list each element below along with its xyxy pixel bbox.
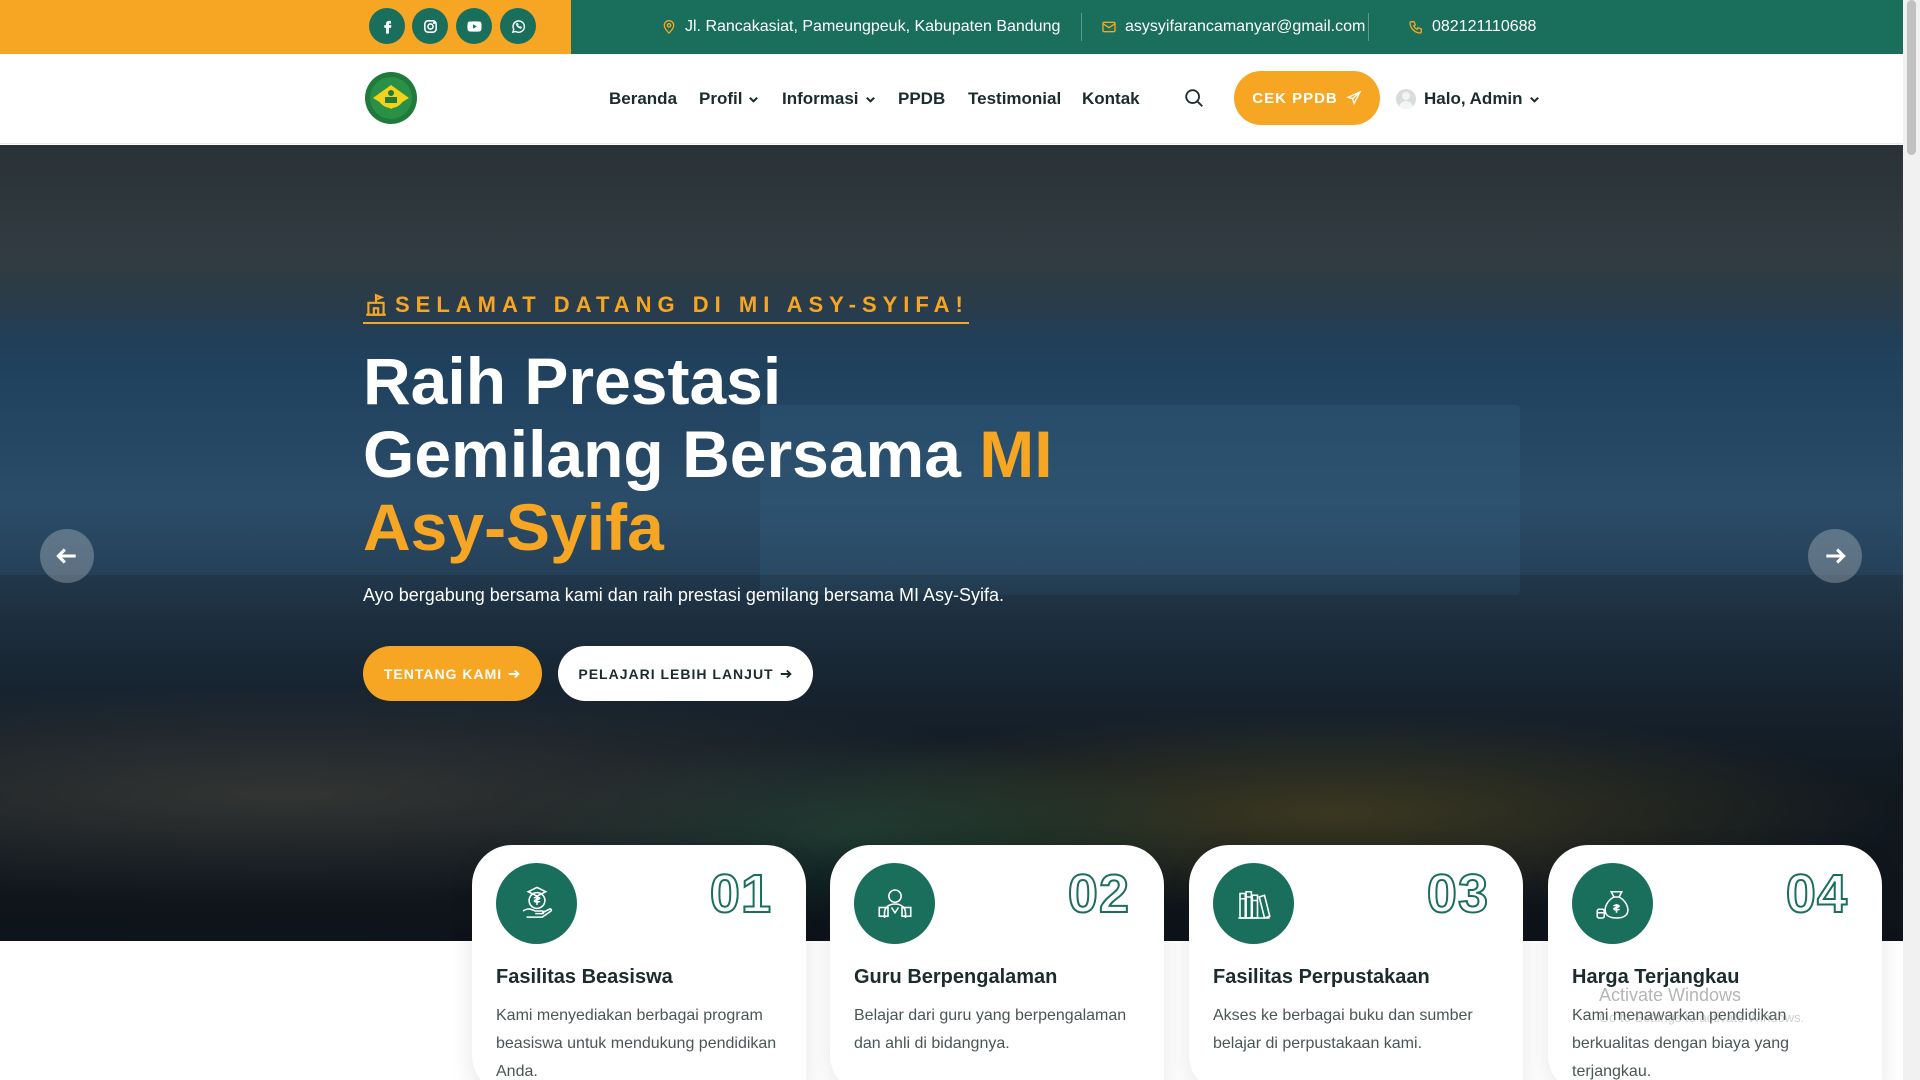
nav-ppdb[interactable]: PPDB bbox=[898, 54, 945, 144]
page-scrollbar[interactable] bbox=[1903, 0, 1920, 1080]
user-menu[interactable]: Halo, Admin bbox=[1396, 54, 1540, 144]
arrow-right-icon bbox=[780, 669, 792, 678]
card-description: Akses ke berbagai buku dan sumber belaja… bbox=[1213, 1007, 1473, 1052]
top-bar: Jl. Rancakasiat, Pameungpeuk, Kabupaten … bbox=[0, 0, 1920, 54]
nav-label: Informasi bbox=[782, 89, 859, 108]
nav-label: Beranda bbox=[609, 89, 678, 108]
location-pin-icon bbox=[663, 20, 675, 34]
card-number: 02 bbox=[1067, 863, 1130, 925]
hero-title-line1: Raih Prestasi bbox=[363, 344, 782, 418]
nav-label: Testimonial bbox=[968, 89, 1062, 108]
user-greeting: Halo, Admin bbox=[1424, 89, 1523, 108]
phone-icon bbox=[1409, 21, 1422, 34]
hero-title-line2: Gemilang Bersama bbox=[363, 417, 980, 491]
email-item[interactable]: asysyifarancamanyar@gmail.com bbox=[1101, 0, 1365, 54]
arrow-right-icon bbox=[1826, 548, 1846, 564]
search-icon bbox=[1185, 89, 1203, 107]
card-description: Kami menyediakan berbagai program beasis… bbox=[496, 1007, 777, 1080]
library-icon bbox=[1213, 863, 1294, 944]
school-icon bbox=[366, 293, 386, 316]
feature-card: 01 Fasilitas Beasiswa Kami menyediakan b… bbox=[472, 845, 806, 1080]
nav-label: Profil bbox=[699, 89, 743, 108]
nav-profil[interactable]: Profil bbox=[699, 54, 759, 144]
instagram-icon[interactable] bbox=[412, 8, 448, 44]
phone-item[interactable]: 082121110688 bbox=[1408, 0, 1536, 54]
school-logo[interactable] bbox=[363, 69, 419, 127]
hero-title-highlight: Asy-Syifa bbox=[363, 490, 664, 564]
nav-informasi[interactable]: Informasi bbox=[782, 54, 876, 144]
whatsapp-icon[interactable] bbox=[500, 8, 536, 44]
money-bag-icon bbox=[1572, 863, 1653, 944]
main-navbar: Beranda Profil Informasi PPDB Testimonia… bbox=[0, 54, 1920, 144]
tentang-kami-button[interactable]: TENTANG KAMI bbox=[363, 646, 542, 701]
address-text: Jl. Rancakasiat, Pameungpeuk, Kabupaten … bbox=[685, 18, 1061, 35]
youtube-icon[interactable] bbox=[456, 8, 492, 44]
hero-slider: SELAMAT DATANG DI MI ASY-SYIFA! Raih Pre… bbox=[0, 145, 1903, 941]
card-description: Belajar dari guru yang berpengalaman dan… bbox=[854, 1007, 1127, 1052]
facebook-icon[interactable] bbox=[369, 8, 405, 44]
activate-windows-watermark: Activate Windows bbox=[1599, 985, 1742, 1005]
chevron-down-icon bbox=[1529, 96, 1539, 103]
divider bbox=[1368, 13, 1369, 41]
hero-title-highlight: MI bbox=[979, 417, 1053, 491]
hero-title: Raih Prestasi Gemilang Bersama MI Asy-Sy… bbox=[363, 345, 1163, 564]
card-title: Fasilitas Beasiswa bbox=[496, 966, 673, 988]
card-number: 04 bbox=[1785, 863, 1848, 925]
nav-kontak[interactable]: Kontak bbox=[1082, 54, 1140, 144]
activate-windows-subtext: Go to Settings to activate Windows. bbox=[1599, 1010, 1805, 1025]
nav-label: Kontak bbox=[1082, 89, 1140, 108]
card-title: Guru Berpengalaman bbox=[854, 966, 1058, 988]
button-label: PELAJARI LEBIH LANJUT bbox=[578, 665, 774, 682]
scrollbar-thumb[interactable] bbox=[1907, 0, 1916, 155]
avatar bbox=[1396, 89, 1416, 109]
nav-label: PPDB bbox=[898, 89, 946, 108]
search-button[interactable] bbox=[1183, 87, 1205, 109]
envelope-icon bbox=[1102, 21, 1116, 33]
scholarship-icon bbox=[496, 863, 577, 944]
hero-subtitle: Ayo bergabung bersama kami dan raih pres… bbox=[363, 585, 1004, 605]
chevron-down-icon bbox=[865, 96, 875, 103]
card-number: 03 bbox=[1426, 863, 1489, 925]
phone-text: 082121110688 bbox=[1432, 18, 1537, 35]
slider-next-button[interactable] bbox=[1808, 529, 1862, 583]
teacher-icon bbox=[854, 863, 935, 944]
chevron-down-icon bbox=[749, 96, 759, 103]
arrow-left-icon bbox=[56, 548, 76, 564]
card-number: 01 bbox=[709, 863, 772, 925]
button-label: TENTANG KAMI bbox=[383, 665, 503, 682]
feature-card: 03 Fasilitas Perpustakaan Akses ke berba… bbox=[1189, 845, 1523, 1080]
email-text: asysyifarancamanyar@gmail.com bbox=[1125, 18, 1366, 35]
social-bar bbox=[0, 0, 571, 54]
cta-label: CEK PPDB bbox=[1252, 89, 1338, 107]
nav-testimonial[interactable]: Testimonial bbox=[968, 54, 1061, 144]
cek-ppdb-button[interactable]: CEK PPDB bbox=[1234, 71, 1380, 125]
pelajari-lebih-lanjut-button[interactable]: PELAJARI LEBIH LANJUT bbox=[558, 646, 813, 701]
hero-eyebrow: SELAMAT DATANG DI MI ASY-SYIFA! bbox=[363, 292, 969, 324]
nav-beranda[interactable]: Beranda bbox=[609, 54, 677, 144]
address-item: Jl. Rancakasiat, Pameungpeuk, Kabupaten … bbox=[661, 0, 1060, 54]
divider bbox=[1081, 13, 1082, 41]
feature-card: 02 Guru Berpengalaman Belajar dari guru … bbox=[830, 845, 1164, 1080]
feature-card: 04 Harga Terjangkau Kami menawarkan pend… bbox=[1548, 845, 1882, 1080]
paper-plane-icon bbox=[1345, 90, 1362, 106]
card-title: Fasilitas Perpustakaan bbox=[1213, 966, 1430, 988]
arrow-right-icon bbox=[508, 669, 520, 678]
eyebrow-text: SELAMAT DATANG DI MI ASY-SYIFA! bbox=[395, 292, 969, 317]
contact-bar: Jl. Rancakasiat, Pameungpeuk, Kabupaten … bbox=[571, 0, 1920, 54]
slider-prev-button[interactable] bbox=[40, 529, 94, 583]
